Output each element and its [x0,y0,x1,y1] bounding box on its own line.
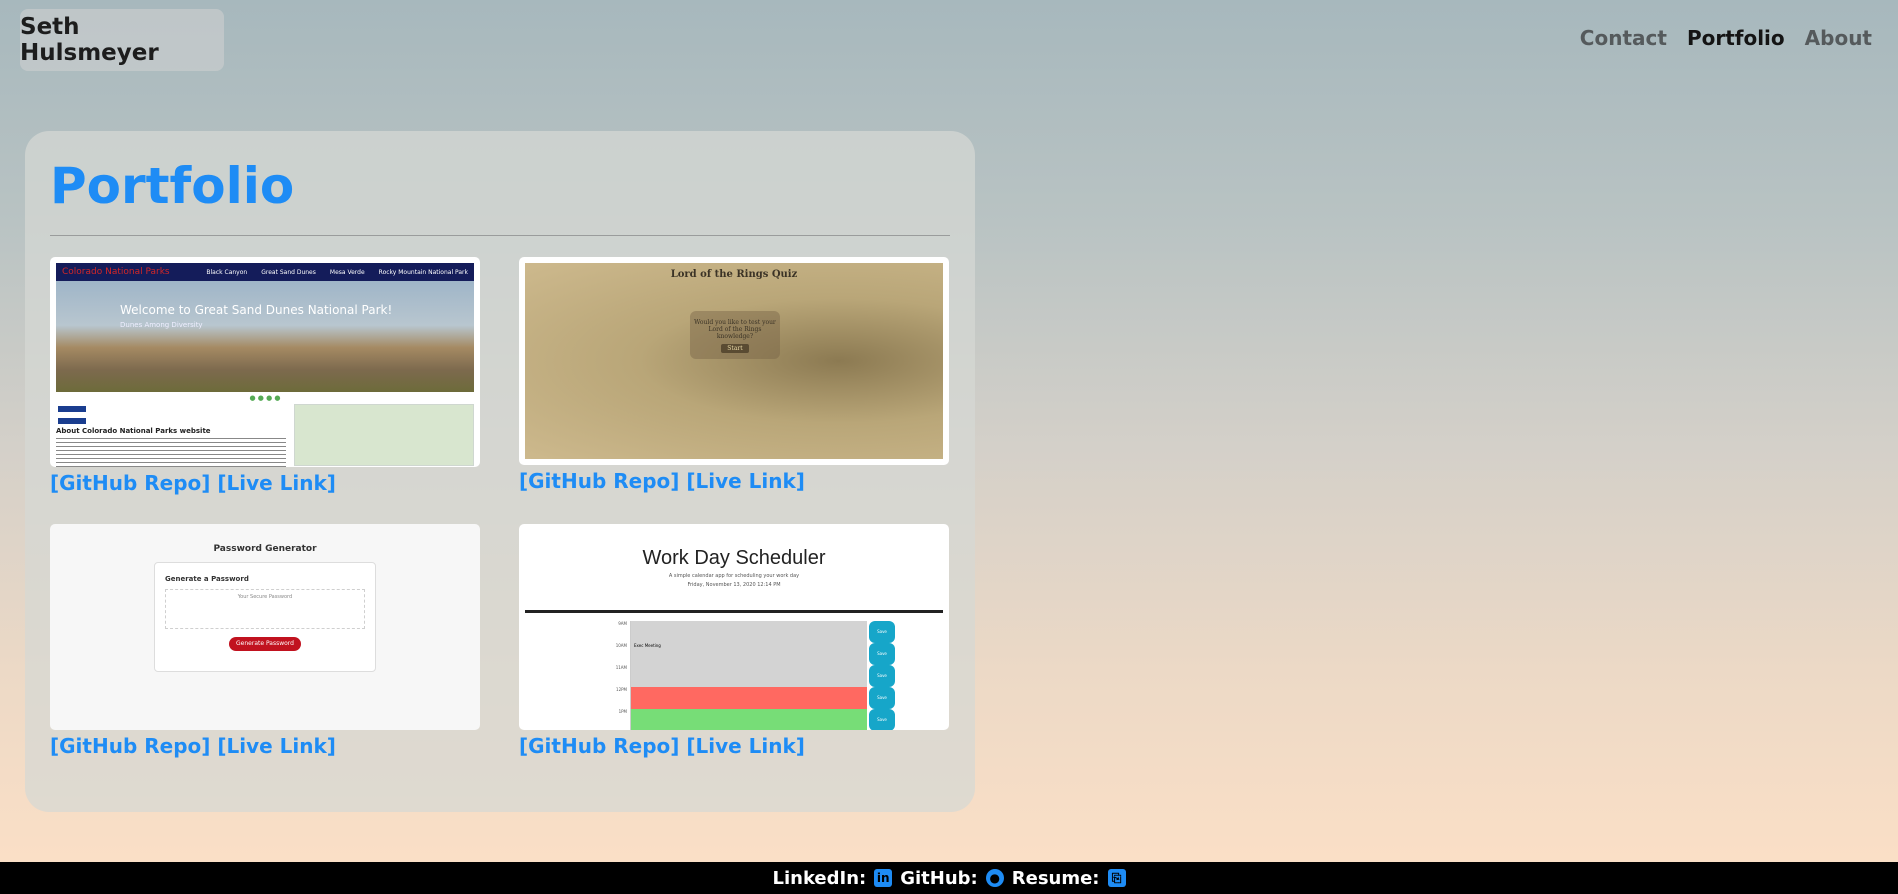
schedule-row: 11AM Save [605,665,895,687]
github-icon[interactable]: ● [985,869,1004,887]
divider [50,235,950,236]
project-links: [GitHub Repo] [Live Link] [519,734,949,758]
linkedin-icon[interactable]: in [874,869,893,887]
github-label: GitHub: [900,867,978,889]
thumb-password-field: Your Secure Password [165,589,365,629]
thumb-menu-item: Great Sand Dunes [261,268,316,276]
schedule-save-button: Save [869,621,895,643]
github-repo-link[interactable]: [GitHub Repo] [50,471,210,495]
schedule-hour: 1PM [618,709,627,714]
project-thumbnail: Colorado National Parks Black Canyon Gre… [50,257,480,467]
thumb-site-name: Colorado National Parks [62,267,170,277]
live-link[interactable]: [Live Link] [217,471,336,495]
portfolio-panel: Portfolio Colorado National Parks Black … [25,131,975,812]
top-nav: Contact Portfolio About [1580,26,1872,50]
carousel-dots: ● ● ● ● [249,394,281,402]
thumb-hero-title: Welcome to Great Sand Dunes National Par… [120,303,393,317]
project-card: Work Day Scheduler A simple calendar app… [519,524,949,758]
thumb-hero-subtitle: Dunes Among Diversity [120,321,203,329]
thumb-start-button: Start [721,344,749,353]
thumb-generate-button: Generate Password [229,637,301,651]
thumb-title: Password Generator [213,544,317,554]
schedule-cell [630,687,867,709]
live-link[interactable]: [Live Link] [217,734,336,758]
thumb-title: Lord of the Rings Quiz [670,269,798,280]
nav-portfolio[interactable]: Portfolio [1687,26,1785,50]
thumb-title: Work Day Scheduler [642,547,826,569]
schedule-save-button: Save [869,643,895,665]
github-repo-link[interactable]: [GitHub Repo] [50,734,210,758]
thumb-question: Would you like to test your Lord of the … [694,319,776,340]
project-links: [GitHub Repo] [Live Link] [519,469,949,493]
nav-contact[interactable]: Contact [1580,26,1667,50]
thumb-about-heading: About Colorado National Parks website [56,427,211,435]
resume-label: Resume: [1011,867,1100,889]
github-repo-link[interactable]: [GitHub Repo] [519,734,679,758]
project-thumbnail: Password Generator Generate a Password Y… [50,524,480,730]
thumb-hero-image: Welcome to Great Sand Dunes National Par… [56,281,474,392]
thumb-menu-item: Mesa Verde [329,268,365,276]
middle-earth-map: Lord of the Rings Quiz Would you like to… [525,263,943,459]
project-thumbnail: Work Day Scheduler A simple calendar app… [519,524,949,730]
linkedin-label: LinkedIn: [772,867,867,889]
project-links: [GitHub Repo] [Live Link] [50,734,480,758]
project-card: Lord of the Rings Quiz Would you like to… [519,257,949,493]
schedule-cell [630,709,867,730]
thumb-card: Generate a Password Your Secure Password… [154,562,376,672]
footer: LinkedIn: in GitHub: ● Resume: ⎘ [0,862,1898,894]
quiz-prompt: Would you like to test your Lord of the … [690,311,780,359]
brand-logo[interactable]: Seth Hulsmeyer [20,9,224,71]
schedule-row: 9AM Save [605,621,895,643]
thumb-navbar: Colorado National Parks Black Canyon Gre… [56,263,474,281]
thumb-lower: About Colorado National Parks website [56,404,474,467]
project-thumbnail: Lord of the Rings Quiz Would you like to… [519,257,949,465]
schedule-hour: 11AM [615,665,627,670]
github-repo-link[interactable]: [GitHub Repo] [519,469,679,493]
schedule-row: 12PM Save [605,687,895,709]
thumb-date: Friday, November 13, 2020 12:14 PM [687,582,781,588]
thumb-menu: Black Canyon Great Sand Dunes Mesa Verde… [206,269,468,276]
schedule-hour: 9AM [618,621,627,626]
thumb-rule [525,610,943,613]
thumb-map [294,404,474,466]
project-links: [GitHub Repo] [Live Link] [50,471,480,495]
page-title: Portfolio [50,157,295,215]
thumb-paragraph [56,438,286,467]
colorado-flag-icon [58,406,86,424]
schedule-hour: 10AM [615,643,627,648]
thumb-schedule: 9AM Save 10AM Exec Meeting Save 11AM Save 12PM S… [605,621,895,730]
schedule-cell [630,621,867,643]
thumb-menu-item: Black Canyon [206,268,248,276]
project-card: Password Generator Generate a Password Y… [50,524,480,758]
nav-about[interactable]: About [1805,26,1872,50]
thumb-subtitle: A simple calendar app for scheduling you… [668,573,800,579]
live-link[interactable]: [Live Link] [686,734,805,758]
schedule-hour: 12PM [616,687,627,692]
schedule-cell: Exec Meeting [630,643,867,665]
schedule-row: 10AM Exec Meeting Save [605,643,895,665]
live-link[interactable]: [Live Link] [686,469,805,493]
thumb-menu-item: Rocky Mountain National Park [378,268,468,276]
schedule-cell [630,665,867,687]
pdf-icon[interactable]: ⎘ [1107,869,1126,887]
schedule-row: 1PM Save [605,709,895,730]
project-card: Colorado National Parks Black Canyon Gre… [50,257,480,495]
thumb-card-heading: Generate a Password [165,575,249,583]
schedule-save-button: Save [869,709,895,730]
schedule-save-button: Save [869,687,895,709]
schedule-save-button: Save [869,665,895,687]
